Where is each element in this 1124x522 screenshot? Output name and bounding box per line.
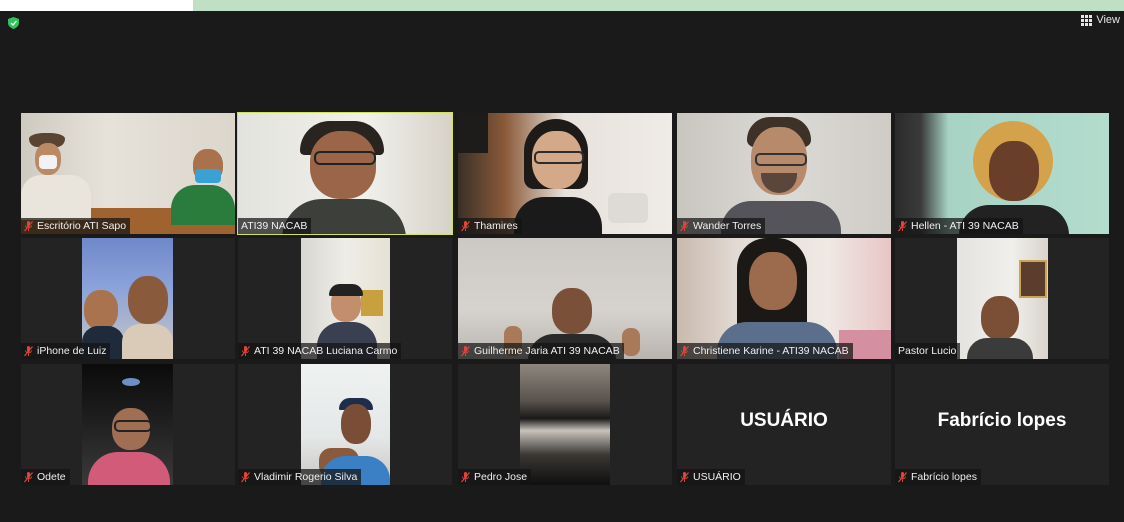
view-label: View (1096, 14, 1120, 26)
participant-tile[interactable]: iPhone de Luiz (21, 238, 235, 359)
participant-display-name: USUÁRIO (740, 410, 828, 431)
participant-tile[interactable]: Vladimir Rogerio Silva (238, 364, 452, 485)
participant-video (677, 238, 891, 359)
participant-video (21, 113, 235, 234)
participant-tile[interactable]: Odete (21, 364, 235, 485)
participant-video (82, 238, 173, 359)
participant-name: ATI39 NACAB (241, 220, 308, 232)
participant-name-tag: Odete (21, 469, 70, 485)
shield-icon[interactable] (8, 17, 19, 29)
top-bar-right (193, 0, 1124, 11)
participant-name-tag: Escritório ATI Sapo (21, 218, 131, 234)
muted-mic-icon (241, 471, 250, 482)
participant-name: Odete (37, 471, 66, 483)
participant-name: Pedro Jose (474, 471, 528, 483)
participant-name-tag: iPhone de Luiz (21, 343, 111, 359)
participant-video (520, 364, 610, 485)
gallery-grid-icon (1081, 14, 1093, 26)
muted-mic-icon (24, 220, 33, 231)
participant-video (238, 113, 452, 234)
participant-name-tag: Wander Torres (677, 218, 766, 234)
muted-mic-icon (24, 471, 33, 482)
participant-tile[interactable]: Guilherme Jaria ATI 39 NACAB (458, 238, 672, 359)
participant-video (957, 238, 1048, 359)
top-bar-left (0, 0, 193, 11)
participant-video (301, 364, 390, 485)
muted-mic-icon (241, 345, 250, 356)
view-button[interactable]: View (1081, 14, 1120, 26)
participant-name-tag: USUÁRIO (677, 469, 745, 485)
participant-name: Wander Torres (693, 220, 762, 232)
muted-mic-icon (461, 220, 470, 231)
participant-name: ATI 39 NACAB Luciana Carmo (254, 345, 398, 357)
participant-tile[interactable]: Escritório ATI Sapo (21, 113, 235, 234)
muted-mic-icon (461, 345, 470, 356)
participant-video (301, 238, 390, 359)
participant-video (895, 113, 1109, 234)
participant-name: Hellen - ATI 39 NACAB (911, 220, 1019, 232)
participant-name-tag: Pastor Lucio (895, 343, 961, 359)
participant-tile-no-video[interactable]: USUÁRIO USUÁRIO (677, 364, 891, 485)
participant-name-tag: Guilherme Jaria ATI 39 NACAB (458, 343, 624, 359)
participant-name-tag: Vladimir Rogerio Silva (238, 469, 362, 485)
participant-name: Christiene Karine - ATI39 NACAB (693, 345, 849, 357)
participant-tile[interactable]: Hellen - ATI 39 NACAB (895, 113, 1109, 234)
participant-name: iPhone de Luiz (37, 345, 107, 357)
participant-name-tag: Pedro Jose (458, 469, 532, 485)
participant-tile[interactable]: Christiene Karine - ATI39 NACAB (677, 238, 891, 359)
participant-tile[interactable]: Wander Torres (677, 113, 891, 234)
participant-tile[interactable]: Pastor Lucio (895, 238, 1109, 359)
participant-name-tag: Hellen - ATI 39 NACAB (895, 218, 1023, 234)
muted-mic-icon (680, 345, 689, 356)
participant-tile-active-speaker[interactable]: ATI39 NACAB (237, 112, 453, 235)
participant-display-name: Fabrício lopes (937, 410, 1067, 431)
participant-name: Thamires (474, 220, 518, 232)
participant-tile-no-video[interactable]: Fabrício lopes Fabrício lopes (895, 364, 1109, 485)
participant-tile[interactable]: Pedro Jose (458, 364, 672, 485)
participant-name: Vladimir Rogerio Silva (254, 471, 358, 483)
participant-tile[interactable]: Thamires (458, 113, 672, 234)
participant-name-tag: ATI 39 NACAB Luciana Carmo (238, 343, 402, 359)
participant-video (458, 113, 672, 234)
muted-mic-icon (898, 220, 907, 231)
muted-mic-icon (898, 471, 907, 482)
participant-name-tag: ATI39 NACAB (238, 218, 312, 234)
participant-name: USUÁRIO (693, 471, 741, 483)
participant-name: Escritório ATI Sapo (37, 220, 127, 232)
participant-name: Guilherme Jaria ATI 39 NACAB (474, 345, 620, 357)
participant-name-tag: Fabrício lopes (895, 469, 981, 485)
participant-video (82, 364, 173, 485)
participant-name-tag: Thamires (458, 218, 522, 234)
muted-mic-icon (461, 471, 470, 482)
participant-name: Pastor Lucio (898, 345, 957, 357)
participant-tile[interactable]: ATI 39 NACAB Luciana Carmo (238, 238, 452, 359)
muted-mic-icon (24, 345, 33, 356)
participant-video (458, 238, 672, 359)
muted-mic-icon (680, 220, 689, 231)
participant-name: Fabrício lopes (911, 471, 977, 483)
muted-mic-icon (680, 471, 689, 482)
participant-video (677, 113, 891, 234)
participant-name-tag: Christiene Karine - ATI39 NACAB (677, 343, 853, 359)
